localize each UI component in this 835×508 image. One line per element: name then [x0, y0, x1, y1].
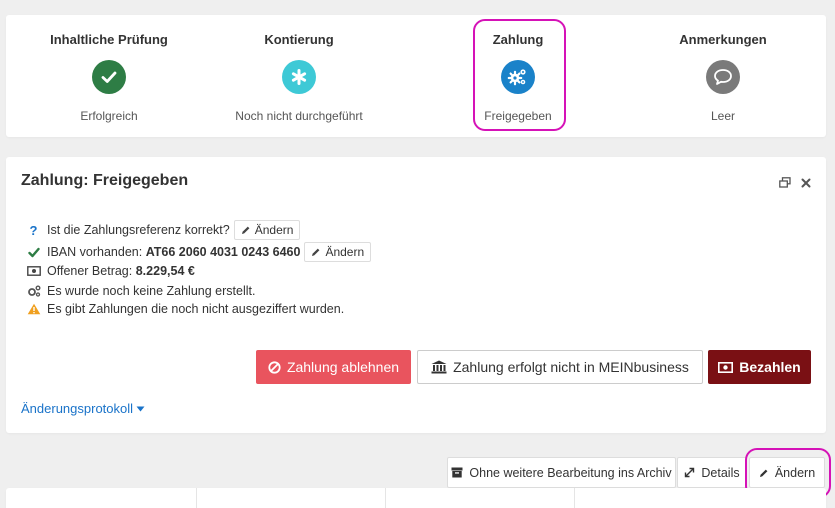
iban-value: AT66 2060 4031 0243 6460 [145, 245, 301, 259]
button-label: Zahlung erfolgt nicht in MEINbusiness [453, 359, 689, 375]
asterisk-icon [282, 60, 316, 94]
step-title: Anmerkungen [679, 32, 767, 47]
pencil-icon [241, 226, 250, 234]
bank-icon [431, 360, 447, 374]
details-button[interactable]: Details [677, 457, 747, 488]
column-divider [196, 488, 197, 508]
step-inhaltliche-pruefung[interactable]: Inhaltliche Prüfung Erfolgreich [29, 15, 189, 137]
info-iban: IBAN vorhanden: AT66 2060 4031 0243 6460… [26, 242, 372, 262]
warning-icon [26, 303, 41, 315]
button-label: Bezahlen [739, 359, 801, 375]
pay-button[interactable]: Bezahlen [708, 350, 811, 384]
question-icon: ? [29, 222, 38, 238]
column-divider [574, 488, 575, 508]
step-title: Kontierung [264, 32, 334, 47]
change-label: Ändern [325, 245, 365, 259]
check-icon [92, 60, 126, 94]
step-title: Inhaltliche Prüfung [50, 32, 168, 47]
cogs-icon [26, 285, 41, 297]
info-open-amount: Offener Betrag: 8.229,54 € [26, 264, 195, 278]
external-payment-button[interactable]: Zahlung erfolgt nicht in MEINbusiness [417, 350, 703, 384]
change-iban-button[interactable]: Ändern [304, 242, 372, 262]
changelog-label: Änderungsprotokoll [21, 401, 134, 416]
restore-window-icon[interactable] [779, 175, 791, 193]
caret-down-icon [136, 406, 145, 411]
amount-value: 8.229,54 € [135, 264, 195, 278]
step-status: Erfolgreich [80, 109, 138, 123]
info-payment-reference: ? Ist die Zahlungsreferenz korrekt? Ände… [26, 220, 301, 240]
change-reference-button[interactable]: Ändern [233, 220, 301, 240]
info-text: Es gibt Zahlungen die noch nicht ausgezi… [47, 302, 345, 316]
pencil-icon [312, 248, 320, 256]
reject-payment-button[interactable]: Zahlung ablehnen [256, 350, 411, 384]
button-label: Details [701, 465, 740, 480]
button-label: Zahlung ablehnen [286, 359, 400, 375]
column-divider [385, 488, 386, 508]
button-label: Ohne weitere Bearbeitung ins Archiv [469, 465, 672, 480]
ban-icon [268, 360, 281, 374]
step-status: Leer [710, 109, 736, 123]
workflow-steps-panel: Inhaltliche Prüfung Erfolgreich Kontieru… [6, 15, 826, 137]
archive-icon [451, 467, 463, 478]
comment-icon [706, 60, 740, 94]
step-anmerkungen[interactable]: Anmerkungen Leer [643, 15, 803, 137]
step-status: Noch nicht durchgeführt [235, 109, 363, 123]
amount-label: Offener Betrag: [47, 264, 133, 278]
details-table-card [6, 488, 826, 508]
expand-icon [685, 467, 695, 478]
panel-title: Zahlung: Freigegeben [21, 172, 189, 189]
money-bill-icon [26, 266, 41, 276]
iban-label: IBAN vorhanden: [47, 245, 143, 259]
money-bill-icon [718, 361, 734, 373]
info-warning: Es gibt Zahlungen die noch nicht ausgezi… [26, 302, 344, 316]
payment-panel: Zahlung: Freigegeben ? Ist die Zahlungsr… [6, 157, 826, 433]
changelog-toggle[interactable]: Änderungsprotokoll [21, 401, 145, 416]
info-text: Ist die Zahlungsreferenz korrekt? [47, 223, 230, 237]
check-icon [26, 247, 41, 258]
info-text: Es wurde noch keine Zahlung erstellt. [47, 284, 256, 298]
close-icon[interactable] [801, 175, 811, 193]
step-kontierung[interactable]: Kontierung Noch nicht durchgeführt [219, 15, 379, 137]
change-label: Ändern [254, 223, 294, 237]
info-no-payment: Es wurde noch keine Zahlung erstellt. [26, 284, 255, 298]
archive-button[interactable]: Ohne weitere Bearbeitung ins Archiv [447, 457, 676, 488]
highlight-zahlung-step [473, 19, 566, 131]
